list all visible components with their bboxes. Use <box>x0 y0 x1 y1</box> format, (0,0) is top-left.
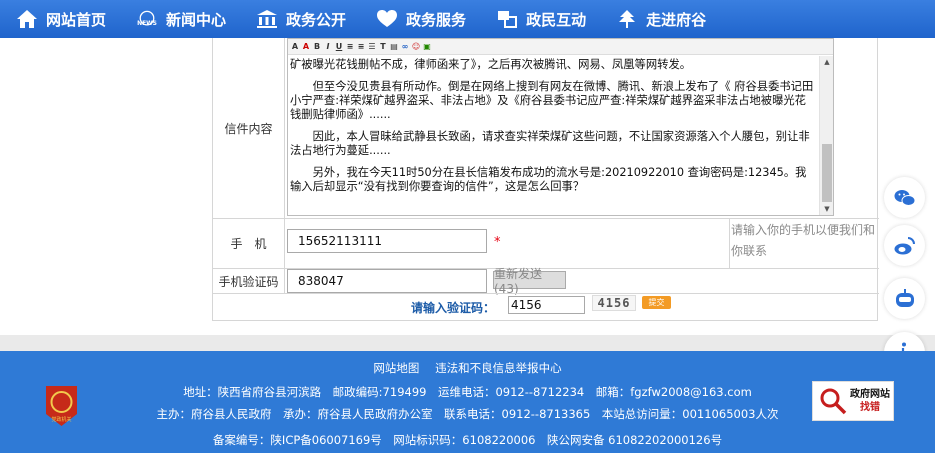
font-color-icon[interactable]: A <box>301 42 311 52</box>
divider <box>729 219 730 268</box>
nav-item-label: 政务公开 <box>286 10 347 29</box>
letter-form: 信件内容 A A B I U ≡ ≡ ☰ T ▤ ∞ ☺ ▣ 矿被曝光花钱删帖不… <box>212 38 879 321</box>
news-badge: NEWS <box>137 21 157 27</box>
gov-website-error-report-button[interactable]: 政府网站 找错 <box>812 381 894 421</box>
scrollbar-thumb[interactable] <box>822 144 832 202</box>
letter-paragraph: 因此，本人冒昧给武静县长致函，请求查实祥荣煤矿这些问题，不让国家资源落入个人腰包… <box>290 130 810 157</box>
weibo-icon <box>894 236 915 254</box>
nav-item-interaction[interactable]: 政民互动 <box>494 0 586 38</box>
scroll-down-icon[interactable]: ▼ <box>820 203 834 215</box>
captcha-input[interactable]: 4156 <box>508 296 585 314</box>
sms-code-label-text: 手机验证码 <box>218 274 279 289</box>
sms-code-label: 手机验证码 <box>213 269 285 293</box>
letter-paragraph: 另外，我在今天11时50分在县长信箱发布成功的流水号是:20210922010 … <box>290 166 807 193</box>
emoticon-icon[interactable]: ☺ <box>411 42 421 52</box>
phone-label: 手 机 <box>213 219 285 268</box>
heart-hand-icon <box>374 8 400 30</box>
align-center-icon[interactable]: ≡ <box>356 42 366 52</box>
divider <box>213 293 879 294</box>
nav-item-home[interactable]: 网站首页 <box>14 0 106 38</box>
nav-item-label: 网站首页 <box>46 10 107 29</box>
nav-item-news[interactable]: NEWS 新闻中心 <box>134 0 226 38</box>
captcha-image[interactable]: 4156 <box>592 295 636 311</box>
footer-links: 网站地图 违法和不良信息举报中心 <box>0 360 935 376</box>
weibo-button[interactable] <box>884 225 925 266</box>
robot-icon <box>895 288 914 307</box>
editor-text[interactable]: 矿被曝光花钱删帖不成，律师函来了》，之后再次被腾讯、网易、凤凰等网转发。 但至今… <box>288 56 819 215</box>
letter-content-label-text: 信件内容 <box>224 121 273 136</box>
footer-address: 地址：陕西省府谷县河滨路 邮政编码:719499 运维电话：0912--8712… <box>183 385 752 399</box>
news-icon: NEWS <box>134 8 160 30</box>
editor-toolbar: A A B I U ≡ ≡ ☰ T ▤ ∞ ☺ ▣ <box>288 39 833 55</box>
letter-content-label: 信件内容 <box>213 38 285 218</box>
gov-button-line1: 政府网站 <box>850 389 890 400</box>
captcha-label: 请输入验证码： <box>411 301 496 315</box>
footer: 网站地图 违法和不良信息举报中心 地址：陕西省府谷县河滨路 邮政编码:71949… <box>0 351 935 453</box>
wechat-button[interactable] <box>884 177 925 218</box>
editor-scrollbar[interactable]: ▲ ▼ <box>819 56 833 215</box>
scroll-up-icon[interactable]: ▲ <box>820 56 834 68</box>
nav-item-gov-affairs[interactable]: 政务公开 <box>254 0 346 38</box>
submit-button[interactable]: 提交 <box>642 296 671 309</box>
footer-icp: 备案编号：陕ICP备06007169号 网站标识码：6108220006 陕公网… <box>212 433 723 447</box>
nav-item-label: 政民互动 <box>526 10 587 29</box>
gov-button-line2: 找错 <box>860 402 880 413</box>
captcha-input-value: 4156 <box>511 298 542 312</box>
footer-organizer: 主办：府谷县人民政府 承办：府谷县人民政府办公室 联系电话：0912--8713… <box>156 407 779 421</box>
party-gov-badge[interactable]: 党政机关 <box>44 384 79 428</box>
footer-link-sitemap[interactable]: 网站地图 <box>373 361 419 375</box>
main-content: 信件内容 A A B I U ≡ ≡ ☰ T ▤ ∞ ☺ ▣ 矿被曝光花钱删帖不… <box>0 38 935 335</box>
interaction-icon <box>494 8 520 30</box>
underline-icon[interactable]: U <box>334 42 344 52</box>
bold-icon[interactable]: B <box>312 42 322 52</box>
align-icon[interactable]: ≡ <box>345 42 355 52</box>
list-icon[interactable]: ☰ <box>367 42 377 52</box>
footer-link-report-center[interactable]: 违法和不良信息举报中心 <box>435 361 562 375</box>
indent-icon[interactable]: ▤ <box>389 42 399 52</box>
divider <box>213 218 879 219</box>
italic-icon[interactable]: I <box>323 42 333 52</box>
nav-item-label: 新闻中心 <box>166 10 227 29</box>
phone-input[interactable]: 15652113111 <box>287 229 487 253</box>
phone-label-text: 手 机 <box>230 237 267 251</box>
sms-code-input[interactable]: 838047 <box>287 269 487 293</box>
image-icon[interactable]: ▣ <box>422 42 432 52</box>
gov-button-text: 政府网站 找错 <box>848 388 892 414</box>
magnifier-icon <box>820 388 847 415</box>
top-navigation: 网站首页 NEWS 新闻中心 政务公开 政务服务 政民互动 走进府谷 <box>0 0 935 38</box>
badge-text: 党政机关 <box>51 416 71 423</box>
phone-input-value: 15652113111 <box>298 234 382 248</box>
wechat-icon <box>894 189 915 206</box>
link-icon[interactable]: ∞ <box>400 42 410 52</box>
font-icon[interactable]: A <box>290 42 300 52</box>
government-building-icon <box>254 8 280 30</box>
letter-paragraph: 矿被曝光花钱删帖不成，律师函来了》，之后再次被腾讯、网易、凤凰等网转发。 <box>290 58 692 71</box>
format-icon[interactable]: T <box>378 42 388 52</box>
sms-code-input-value: 838047 <box>298 274 344 288</box>
nav-item-label: 走进府谷 <box>646 10 707 29</box>
nav-item-about-fugu[interactable]: 走进府谷 <box>614 0 706 38</box>
robot-button[interactable] <box>884 278 925 319</box>
required-mark: * <box>494 235 501 250</box>
tree-icon <box>614 8 640 30</box>
home-icon <box>14 8 40 30</box>
resend-code-button[interactable]: 重新发送(43) <box>493 267 566 296</box>
letter-paragraph: 但至今没见贵县有所动作。倒是在网络上搜到有网友在微博、腾讯、新浪上发布了《 府谷… <box>290 80 814 121</box>
phone-hint: 请输入你的手机以便我们和你联系 <box>731 223 876 258</box>
nav-item-label: 政务服务 <box>406 10 467 29</box>
nav-item-gov-service[interactable]: 政务服务 <box>374 0 466 38</box>
letter-content-editor[interactable]: A A B I U ≡ ≡ ☰ T ▤ ∞ ☺ ▣ 矿被曝光花钱删帖不成，律师函… <box>287 38 834 216</box>
